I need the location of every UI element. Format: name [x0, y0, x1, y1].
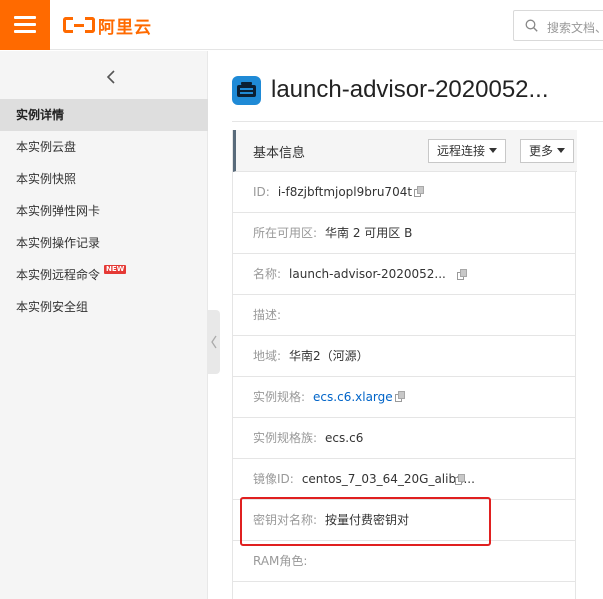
caret-down-icon [489, 148, 498, 153]
info-row-ram-role: RAM角色: [233, 541, 575, 582]
sidebar-item-eni[interactable]: 本实例弹性网卡 [0, 195, 208, 227]
search-input[interactable]: 搜索文档、 [513, 10, 603, 41]
more-label: 更多 [529, 144, 554, 158]
sidebar: 实例详情 本实例云盘 本实例快照 本实例弹性网卡 本实例操作记录 本实例远程命令… [0, 51, 208, 599]
field-label: RAM角色: [253, 554, 308, 568]
field-value: i-f8zjbftmjopl9bru704t [277, 185, 413, 199]
field-label: 所在可用区: [253, 226, 318, 240]
page-title: launch-advisor-2020052... [271, 76, 549, 103]
info-row-name: 名称: launch-advisor-2020052... [233, 254, 575, 295]
aliyun-logo[interactable]: 阿里云 [63, 13, 152, 38]
panel-title: 基本信息 [253, 146, 306, 161]
sidebar-item-remote-commands[interactable]: 本实例远程命令 NEW [0, 259, 208, 291]
hamburger-icon [14, 16, 36, 19]
top-bar: 阿里云 搜索文档、 [0, 0, 603, 50]
sidebar-item-label: 本实例远程命令 [16, 268, 101, 282]
field-value: 华南 2 可用区 B [325, 226, 413, 240]
page-header: launch-advisor-2020052... [232, 73, 549, 107]
info-row-instance-family: 实例规格族: ecs.c6 [233, 418, 575, 459]
field-label: 实例规格族: [253, 431, 318, 445]
sidebar-item-disks[interactable]: 本实例云盘 [0, 131, 208, 163]
field-label: 镜像ID: [253, 472, 294, 486]
sidebar-item-instance-details[interactable]: 实例详情 [0, 99, 208, 131]
info-row-region: 地域: 华南2（河源） [233, 336, 575, 377]
field-value: launch-advisor-2020052... [289, 267, 446, 281]
collapse-sidebar-icon[interactable] [104, 69, 120, 85]
new-badge: NEW [104, 265, 127, 274]
sidebar-item-snapshots[interactable]: 本实例快照 [0, 163, 208, 195]
field-label: 描述: [253, 308, 282, 322]
sidebar-item-label: 本实例安全组 [16, 300, 89, 314]
sidebar-item-label: 本实例弹性网卡 [16, 204, 101, 218]
info-row-id: ID: i-f8zjbftmjopl9bru704t [233, 172, 575, 213]
search-placeholder: 搜索文档、 [547, 21, 603, 35]
field-label: 地域: [253, 349, 282, 363]
field-value: ecs.c6 [325, 431, 364, 445]
sidebar-item-operation-logs[interactable]: 本实例操作记录 [0, 227, 208, 259]
hamburger-icon-bar [14, 23, 36, 26]
info-row-description: 描述: [233, 295, 575, 336]
hamburger-icon-bar [14, 30, 36, 33]
sidebar-item-label: 本实例操作记录 [16, 236, 101, 250]
divider [232, 121, 603, 122]
copy-icon[interactable] [455, 474, 466, 485]
aliyun-logo-icon [63, 17, 95, 33]
panel-header: 基本信息 远程连接 更多 [233, 130, 577, 172]
sidebar-toggle-handle[interactable] [208, 310, 220, 374]
field-label: ID: [253, 185, 270, 199]
instance-type-link[interactable]: ecs.c6.xlarge [313, 390, 393, 404]
sidebar-item-label: 本实例快照 [16, 172, 77, 186]
sidebar-item-label: 本实例云盘 [16, 140, 77, 154]
info-row-instance-type: 实例规格: ecs.c6.xlarge [233, 377, 575, 418]
key-pair-highlight-box [240, 497, 491, 546]
field-value: 华南2（河源） [289, 349, 369, 363]
sidebar-item-label: 实例详情 [16, 108, 65, 122]
remote-connect-button[interactable]: 远程连接 [428, 139, 507, 163]
caret-down-icon [557, 148, 566, 153]
field-label: 实例规格: [253, 390, 306, 404]
info-row-image-id: 镜像ID: centos_7_03_64_20G_aliba... [233, 459, 575, 500]
search-icon [525, 19, 538, 32]
field-label: 名称: [253, 267, 282, 281]
copy-icon[interactable] [394, 391, 406, 402]
logo-text: 阿里云 [98, 17, 152, 38]
ecs-instance-icon [232, 75, 261, 105]
copy-icon[interactable] [457, 269, 468, 280]
field-value: centos_7_03_64_20G_aliba... [301, 472, 475, 486]
info-row-zone: 所在可用区: 华南 2 可用区 B [233, 213, 575, 254]
more-button[interactable]: 更多 [520, 139, 575, 163]
sidebar-item-security-groups[interactable]: 本实例安全组 [0, 291, 208, 323]
copy-icon[interactable] [414, 186, 425, 197]
hamburger-menu-button[interactable] [0, 0, 50, 50]
chevron-left-icon [211, 335, 217, 349]
remote-connect-label: 远程连接 [437, 144, 486, 158]
